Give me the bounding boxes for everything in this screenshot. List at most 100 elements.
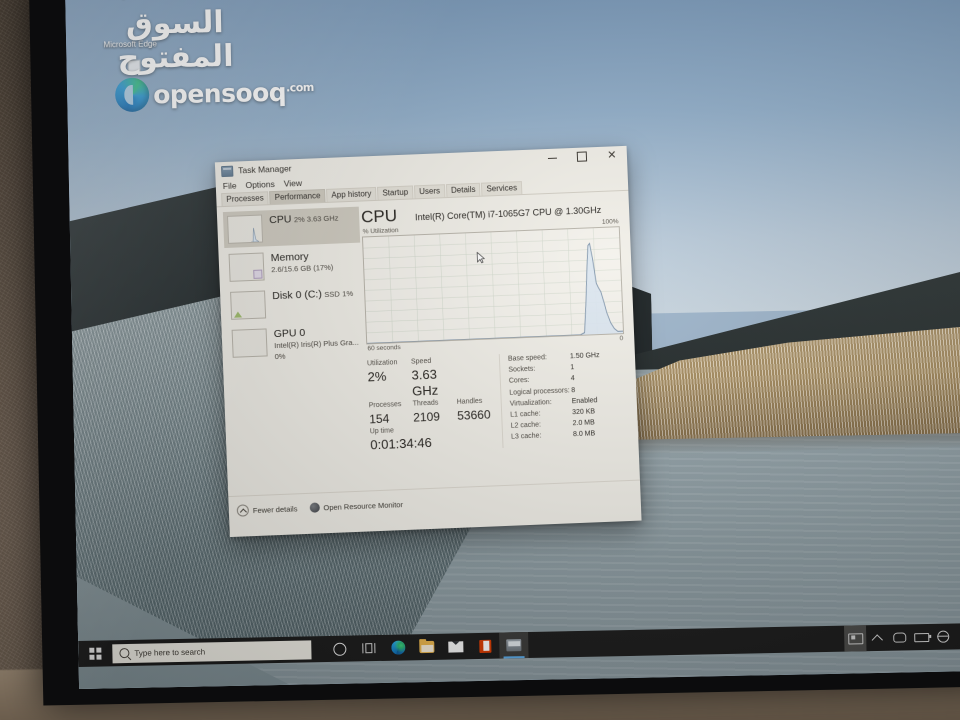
- taskbar-task-view-button[interactable]: [354, 635, 384, 662]
- taskbar-pinned-icons: [325, 631, 529, 662]
- cortana-icon: [333, 642, 347, 656]
- resource-monitor-icon: [309, 502, 320, 513]
- sidebar-item-gpu-0[interactable]: GPU 0 Intel(R) Iris(R) Plus Gra... 0%: [227, 321, 365, 367]
- tray-app-button[interactable]: [843, 625, 867, 652]
- stat-value: 53660: [456, 407, 491, 423]
- stat-utilization: Utilization 2%: [367, 358, 413, 402]
- sidebar-item-label: GPU 0: [273, 326, 306, 341]
- sidebar-item-cpu[interactable]: CPU 2% 3.63 GHz: [222, 206, 361, 249]
- show-hidden-icons-button[interactable]: [866, 625, 889, 651]
- tab-users[interactable]: Users: [413, 184, 446, 199]
- system-tray: [843, 623, 960, 652]
- taskbar-task-manager-button[interactable]: [499, 631, 529, 659]
- battery-icon: [913, 632, 929, 642]
- graph-x-axis-label: 60 seconds: [367, 344, 401, 353]
- sidebar-item-sub: Intel(R) Iris(R) Plus Gra...: [274, 337, 359, 351]
- sidebar-item-sub2: 1%: [342, 288, 354, 299]
- tray-battery-button[interactable]: [910, 624, 933, 650]
- tab-performance[interactable]: Performance: [269, 188, 326, 205]
- tray-app-icon: [847, 632, 863, 645]
- stats-area: Utilization 2% Speed 3.63 GHz Processes …: [367, 349, 629, 453]
- tab-app-history[interactable]: App history: [326, 186, 377, 202]
- desktop-icon-label: Microsoft Edge: [103, 39, 157, 50]
- onedrive-icon: [892, 632, 906, 643]
- stat-speed: Speed 3.63 GHz: [411, 356, 465, 400]
- resource-sidebar: CPU 2% 3.63 GHz Memory 2.6/15.6 GB (17%): [217, 202, 370, 496]
- menu-item-view[interactable]: View: [284, 178, 303, 189]
- open-resource-monitor-label: Open Resource Monitor: [323, 499, 404, 512]
- close-button[interactable]: ✕: [597, 146, 628, 165]
- stat-processes: Processes 154: [369, 400, 414, 428]
- taskbar-search-box[interactable]: Type here to search: [112, 639, 312, 663]
- office-icon: [478, 639, 491, 653]
- stat-value: 154: [369, 411, 390, 427]
- tray-volume-button[interactable]: [954, 623, 960, 649]
- stats-row-2: Processes 154 Threads 2109 Handles 53660: [369, 396, 502, 427]
- taskbar-mail-button[interactable]: [441, 633, 471, 660]
- start-button[interactable]: [78, 640, 113, 667]
- detail-key: L3 cache:: [510, 432, 542, 442]
- maximize-button[interactable]: [567, 147, 598, 166]
- taskbar-edge-button[interactable]: [383, 634, 413, 661]
- memory-mini-graph: [228, 252, 265, 282]
- mail-icon: [448, 640, 464, 653]
- sidebar-item-label: CPU: [268, 213, 292, 227]
- taskbar-cortana-button[interactable]: [325, 635, 355, 662]
- gpu-mini-graph: [231, 328, 268, 358]
- fewer-details-button[interactable]: Fewer details: [236, 502, 298, 517]
- tray-network-button[interactable]: [932, 623, 955, 649]
- tab-services[interactable]: Services: [481, 181, 523, 196]
- window-body: CPU 2% 3.63 GHz Memory 2.6/15.6 GB (17%): [217, 191, 640, 496]
- cpu-details-list: Base speed: 1.50 GHz Sockets: 1 Cores: 4 Lo…: [498, 349, 629, 449]
- tab-details[interactable]: Details: [445, 182, 481, 198]
- windows-start-icon: [89, 647, 102, 660]
- chevron-up-icon: [236, 504, 250, 517]
- stat-threads: Threads 2109: [413, 398, 458, 426]
- microsoft-edge-icon: [390, 640, 405, 655]
- tab-processes[interactable]: Processes: [221, 191, 269, 207]
- detail-value: 8.0 MB: [572, 430, 596, 439]
- detail-value: 4: [570, 375, 575, 383]
- sidebar-text: CPU 2% 3.63 GHz: [269, 211, 339, 226]
- menu-item-options[interactable]: Options: [245, 179, 275, 190]
- sidebar-item-memory[interactable]: Memory 2.6/15.6 GB (17%): [224, 245, 361, 286]
- task-view-icon: [362, 643, 376, 654]
- graph-y-axis-label: % Utilization: [362, 227, 399, 236]
- sidebar-text: Disk 0 (C:) SSD 1%: [272, 287, 353, 302]
- window-title: Task Manager: [237, 163, 292, 176]
- detail-value: 320 KB: [572, 408, 596, 417]
- taskbar-file-explorer-button[interactable]: [412, 634, 442, 661]
- chevron-up-icon: [871, 633, 883, 646]
- sidebar-item-sub: SSD: [324, 289, 340, 300]
- tray-onedrive-button[interactable]: [888, 624, 911, 650]
- stat-value: 3.63 GHz: [411, 366, 439, 399]
- stat-uptime: Up time 0:01:34:46: [370, 423, 471, 453]
- task-manager-window[interactable]: Task Manager ✕ File Options View Process…: [214, 145, 642, 538]
- menu-item-file[interactable]: File: [223, 181, 237, 192]
- minimize-button[interactable]: [537, 148, 568, 167]
- taskbar-office-button[interactable]: [470, 633, 500, 660]
- desktop-icon-microsoft-edge[interactable]: Microsoft Edge: [94, 39, 166, 73]
- stat-handles: Handles 53660: [456, 396, 501, 424]
- sidebar-item-sub: 2.6/15.6 GB (17%): [271, 262, 334, 275]
- graph-y-min-label: 0: [619, 335, 624, 343]
- sidebar-item-sub: 2% 3.63 GHz: [293, 213, 339, 225]
- sidebar-item-label: Memory: [270, 250, 309, 265]
- laptop-display: Recycle Bin Microsoft Edge السوق المفتوح…: [65, 0, 960, 690]
- tab-startup[interactable]: Startup: [377, 185, 414, 200]
- laptop-photo-scene: Recycle Bin Microsoft Edge السوق المفتوح…: [0, 0, 960, 720]
- sidebar-item-sub2: 0%: [274, 351, 286, 361]
- mouse-cursor-icon: [476, 251, 486, 264]
- sidebar-item-label: Disk 0 (C:): [272, 288, 323, 303]
- cpu-graph-svg: [363, 228, 624, 344]
- detail-value: 1.50 GHz: [569, 352, 600, 361]
- performance-detail-panel: CPU Intel(R) Core(TM) i7-1065G7 CPU @ 1.…: [359, 191, 640, 491]
- search-placeholder: Type here to search: [134, 646, 206, 658]
- memory-block-icon: [253, 269, 263, 279]
- cpu-utilization-graph: [361, 226, 625, 345]
- stats-left-column: Utilization 2% Speed 3.63 GHz Processes …: [367, 354, 503, 453]
- sidebar-item-disk-0[interactable]: Disk 0 (C:) SSD 1%: [226, 283, 363, 324]
- cpu-mini-graph: [227, 214, 264, 244]
- open-resource-monitor-button[interactable]: Open Resource Monitor: [309, 499, 403, 513]
- task-manager-icon: [506, 639, 522, 652]
